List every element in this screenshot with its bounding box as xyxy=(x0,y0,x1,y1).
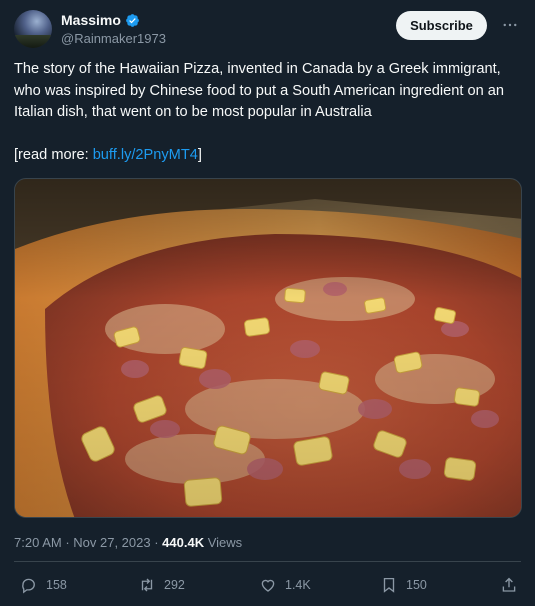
tweet-text: The story of the Hawaiian Pizza, invente… xyxy=(14,59,526,167)
subscribe-button[interactable]: Subscribe xyxy=(396,11,487,40)
pizza-photo xyxy=(15,179,521,517)
tweet-date[interactable]: Nov 27, 2023 xyxy=(73,535,150,550)
tweet-meta: 7:20 AM · Nov 27, 2023 · 440.4K Views xyxy=(14,535,242,550)
meta-separator: · xyxy=(61,535,74,550)
reply-icon xyxy=(22,578,35,594)
divider xyxy=(14,561,521,562)
reply-button[interactable]: 158 xyxy=(20,576,67,594)
handle[interactable]: @Rainmaker1973 xyxy=(61,31,166,46)
repost-count: 292 xyxy=(164,578,185,592)
read-more-prefix: [read more: xyxy=(14,147,93,163)
meta-separator: · xyxy=(150,535,163,550)
bookmark-button[interactable]: 150 xyxy=(380,576,427,594)
display-name[interactable]: Massimo xyxy=(61,12,121,28)
views-label: Views xyxy=(204,535,243,550)
verified-badge-icon[interactable] xyxy=(125,13,140,28)
avatar[interactable] xyxy=(14,10,52,48)
tweet-body: The story of the Hawaiian Pizza, invente… xyxy=(14,61,505,120)
action-bar: 158 292 1.4K 150 xyxy=(14,576,521,598)
author-names: Massimo @Rainmaker1973 xyxy=(61,11,166,46)
tweet-photo[interactable] xyxy=(14,178,522,518)
like-icon xyxy=(261,579,275,592)
repost-icon xyxy=(141,578,153,592)
like-button[interactable]: 1.4K xyxy=(259,576,311,594)
repost-button[interactable]: 292 xyxy=(138,576,185,594)
read-more-line: [read more: buff.ly/2PnyMT4] xyxy=(14,145,526,167)
bookmark-count: 150 xyxy=(406,578,427,592)
tweet-link[interactable]: buff.ly/2PnyMT4 xyxy=(93,147,198,163)
like-count: 1.4K xyxy=(285,578,311,592)
tweet-header: Massimo @Rainmaker1973 Subscribe xyxy=(14,10,521,50)
views-count: 440.4K xyxy=(162,535,205,550)
bookmark-icon xyxy=(383,577,395,593)
share-button[interactable] xyxy=(500,576,518,594)
read-more-suffix: ] xyxy=(197,147,202,163)
share-icon xyxy=(502,577,516,592)
reply-count: 158 xyxy=(46,578,67,592)
more-icon[interactable] xyxy=(499,14,521,36)
tweet-time[interactable]: 7:20 AM xyxy=(14,535,62,550)
